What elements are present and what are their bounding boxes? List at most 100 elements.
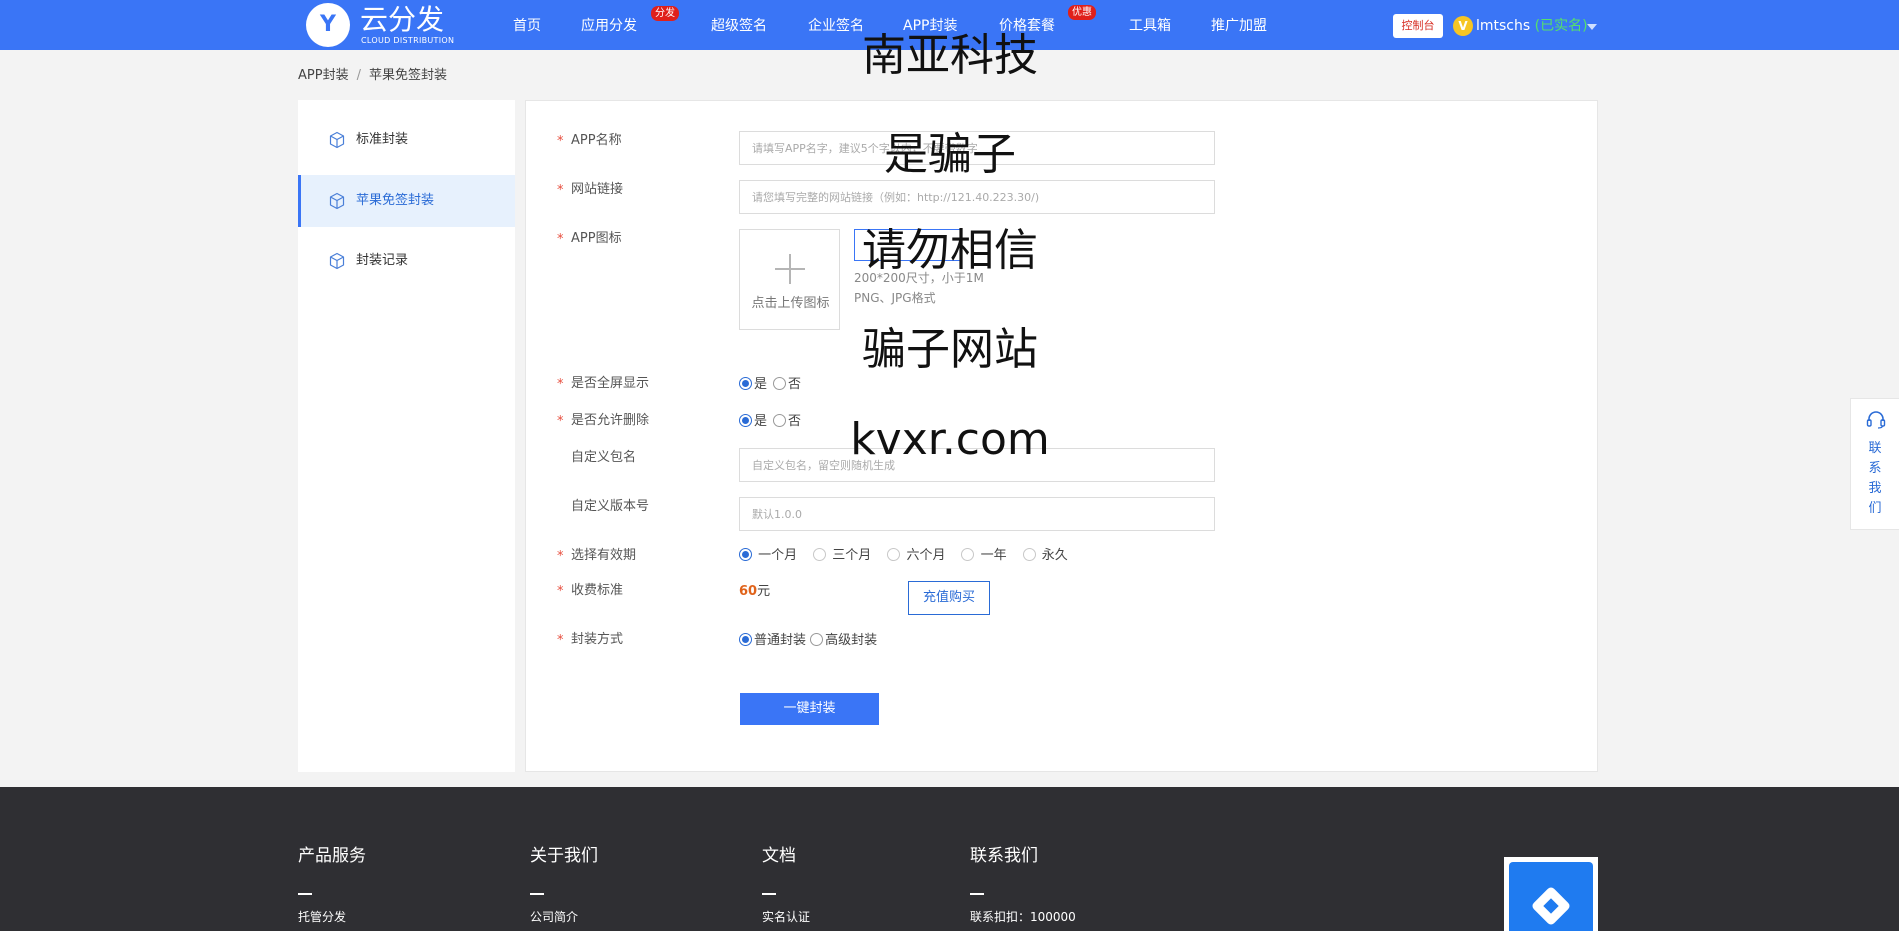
package-name-input[interactable]: [739, 448, 1215, 482]
sidebar-item-apple-free-signature[interactable]: 苹果免签封装: [298, 175, 515, 227]
console-button[interactable]: 控制台: [1393, 14, 1443, 38]
breadcrumb-current: 苹果免签封装: [368, 68, 447, 83]
upload-size-hint: 200*200尺寸，小于1M: [854, 271, 984, 285]
footer-link[interactable]: 实名认证: [762, 908, 810, 926]
logo[interactable]: Y 云分发 CLOUD DISTRIBUTION: [306, 3, 466, 47]
radio-checked[interactable]: [739, 377, 752, 390]
validity-option-1-year[interactable]: 一年: [961, 548, 1007, 563]
logo-mark: Y: [306, 3, 350, 47]
footer-col-title-products: 产品服务: [298, 846, 366, 866]
footer-divider: [762, 893, 776, 895]
radio-checked[interactable]: [739, 414, 752, 427]
recharge-button[interactable]: 充值购买: [908, 581, 990, 615]
radio-unchecked[interactable]: [961, 548, 975, 561]
fullscreen-no-option[interactable]: 否: [773, 377, 801, 392]
nav-badge-distribution: 分发: [651, 6, 679, 21]
breadcrumb-separator: /: [356, 68, 361, 83]
validity-radio-group: 一个月 三个月 六个月 一年 永久: [739, 546, 1068, 566]
cube-icon: [329, 252, 345, 270]
required-mark: *: [557, 414, 564, 429]
fee-label: * 收费标准: [557, 581, 623, 601]
required-mark: *: [557, 232, 564, 247]
upload-text: 点击上传图标: [751, 296, 830, 311]
radio-unchecked[interactable]: [887, 548, 901, 561]
plus-icon: [775, 254, 805, 284]
breadcrumb: APP封装 / 苹果免签封装: [298, 66, 447, 86]
app-icon-label: * APP图标: [557, 229, 622, 249]
one-click-package-button[interactable]: 一键封装: [740, 693, 879, 725]
required-mark: *: [557, 549, 564, 564]
sidebar: 标准封装 苹果免签封装 封装记录: [298, 100, 515, 772]
app-name-input[interactable]: [739, 131, 1215, 165]
pack-mode-advanced-option[interactable]: 高级封装: [810, 633, 877, 648]
version-input[interactable]: [739, 497, 1215, 531]
fee-unit: 元: [757, 584, 771, 599]
fullscreen-yes-option[interactable]: 是: [739, 377, 767, 392]
site-url-input[interactable]: [739, 180, 1215, 214]
footer-link[interactable]: 公司简介: [530, 908, 578, 926]
site-url-label: * 网站链接: [557, 180, 623, 200]
nav-pricing[interactable]: 价格套餐: [999, 0, 1055, 50]
radio-unchecked[interactable]: [813, 548, 827, 561]
nav-badge-discount: 优惠: [1068, 5, 1096, 20]
sidebar-item-label: 标准封装: [356, 132, 409, 147]
validity-label: * 选择有效期: [557, 546, 636, 566]
nav-home[interactable]: 首页: [513, 0, 541, 50]
version-label: 自定义版本号: [571, 499, 650, 514]
nav-app-packaging[interactable]: APP封装: [903, 0, 957, 50]
allow-delete-label: * 是否允许删除: [557, 411, 649, 431]
validity-option-1-month[interactable]: 一个月: [739, 548, 797, 563]
package-name-label: 自定义包名: [571, 450, 637, 465]
user-name: lmtschs: [1476, 18, 1531, 34]
pack-mode-normal-option[interactable]: 普通封装: [739, 633, 806, 648]
footer-col-title-docs: 文档: [762, 846, 796, 866]
validity-option-6-months[interactable]: 六个月: [887, 548, 945, 563]
fee-amount: 60元: [739, 582, 770, 602]
required-mark: *: [557, 134, 564, 149]
upload-button[interactable]: [854, 229, 962, 261]
sidebar-item-label: 苹果免签封装: [356, 193, 435, 208]
allow-delete-no-option[interactable]: 否: [773, 414, 801, 429]
nav-app-distribution[interactable]: 应用分发: [581, 0, 637, 50]
nav-enterprise-signature[interactable]: 企业签名: [808, 0, 864, 50]
user-menu[interactable]: lmtschs (已实名): [1476, 0, 1588, 50]
nav-super-signature[interactable]: 超级签名: [711, 0, 767, 50]
sidebar-item-standard-packaging[interactable]: 标准封装: [298, 114, 515, 166]
required-mark: *: [557, 183, 564, 198]
footer-divider: [530, 893, 544, 895]
radio-unchecked[interactable]: [1022, 548, 1036, 561]
footer-col-title-about: 关于我们: [530, 846, 598, 866]
vip-icon: V: [1453, 16, 1473, 36]
footer-divider: [298, 893, 312, 895]
pack-mode-label: * 封装方式: [557, 630, 623, 650]
radio-checked[interactable]: [739, 633, 752, 646]
chevron-down-icon[interactable]: [1587, 24, 1597, 30]
allow-delete-yes-option[interactable]: 是: [739, 414, 767, 429]
allow-delete-radio-group: 是否: [739, 412, 801, 432]
nav-toolbox[interactable]: 工具箱: [1129, 0, 1171, 50]
validity-option-permanent[interactable]: 永久: [1022, 548, 1068, 563]
footer-contact-qq: 联系扣扣：100000: [970, 910, 1076, 924]
icon-upload-box[interactable]: 点击上传图标: [739, 229, 840, 330]
fee-number: 60: [739, 584, 758, 599]
required-mark: *: [557, 633, 564, 648]
radio-checked[interactable]: [739, 548, 752, 561]
top-navbar: Y 云分发 CLOUD DISTRIBUTION 首页 应用分发 分发 超级签名…: [0, 0, 1899, 50]
fullscreen-radio-group: 是否: [739, 375, 801, 395]
footer-col-title-contact: 联系我们: [970, 846, 1038, 866]
logo-title: 云分发: [360, 3, 445, 36]
radio-unchecked[interactable]: [773, 414, 787, 427]
breadcrumb-root[interactable]: APP封装: [298, 68, 349, 83]
contact-us-label: 联系我们: [1868, 441, 1882, 516]
footer-link[interactable]: 托管分发: [298, 908, 346, 926]
radio-unchecked[interactable]: [810, 633, 824, 646]
logo-subtitle: CLOUD DISTRIBUTION: [361, 36, 455, 45]
radio-unchecked[interactable]: [773, 377, 787, 390]
app-mark-icon: [1532, 887, 1570, 925]
validity-option-3-months[interactable]: 三个月: [813, 548, 871, 563]
sidebar-item-packaging-records[interactable]: 封装记录: [298, 235, 515, 287]
verified-status: (已实名): [1534, 18, 1588, 34]
required-mark: *: [557, 584, 564, 599]
nav-affiliate[interactable]: 推广加盟: [1211, 0, 1267, 50]
contact-us-float[interactable]: 联系我们: [1850, 398, 1899, 530]
